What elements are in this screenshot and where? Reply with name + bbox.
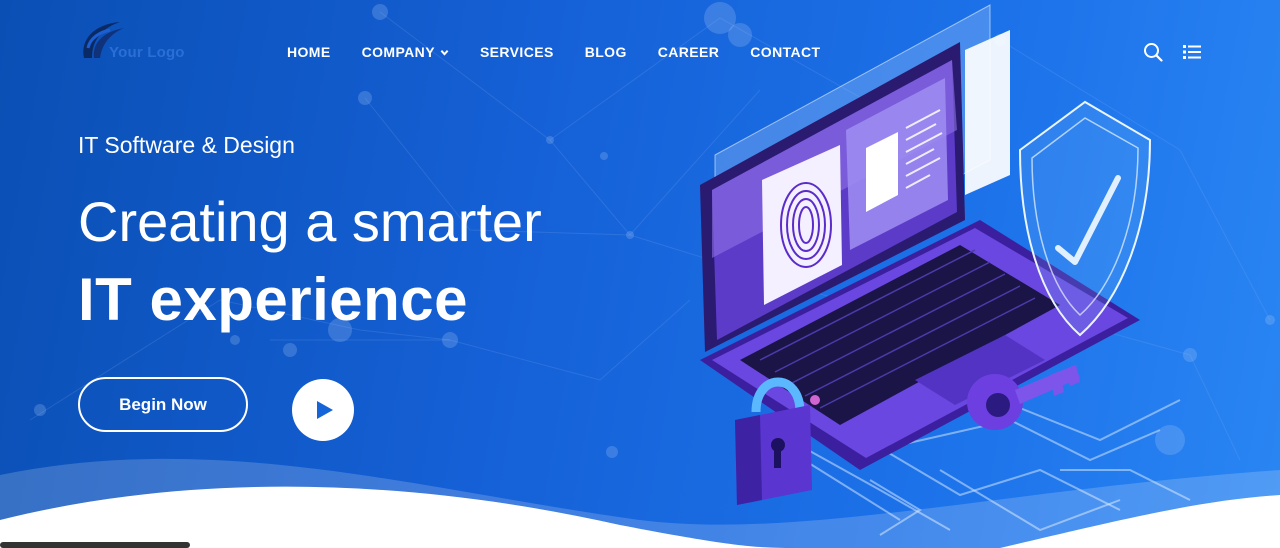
main-nav: HOME COMPANY SERVICES BLOG CAREER CONTAC… [287,42,851,62]
bottom-scroll-bar [0,542,190,548]
nav-career-label: CAREER [657,44,720,60]
hero-subtitle: IT Software & Design [78,132,295,158]
nav-blog-label: BLOG [584,44,627,60]
search-icon[interactable] [1143,42,1163,62]
nav-company[interactable]: COMPANY [362,44,449,60]
nav-career[interactable]: CAREER [658,44,720,60]
nav-home[interactable]: HOME [287,44,331,60]
logo-text: Your Logo [109,44,185,61]
hero-headline-line2: IT experience [78,266,469,333]
hero-headline-line1: Creating a smarter [78,190,542,253]
nav-services[interactable]: SERVICES [480,44,554,60]
nav-company-label: COMPANY [361,44,435,60]
nav-blog[interactable]: BLOG [585,44,627,60]
menu-list-icon[interactable] [1182,42,1202,62]
play-icon [317,401,333,419]
logo[interactable]: Your Logo [80,18,200,66]
nav-home-label: HOME [287,44,331,60]
begin-now-button[interactable]: Begin Now [78,377,248,432]
nav-contact[interactable]: CONTACT [750,44,820,60]
play-video-button[interactable] [292,379,354,441]
nav-services-label: SERVICES [479,44,554,60]
chevron-down-icon [440,49,449,56]
nav-contact-label: CONTACT [750,44,821,60]
hero-section: Your Logo HOME COMPANY SERVICES BLOG CAR… [0,0,1280,548]
